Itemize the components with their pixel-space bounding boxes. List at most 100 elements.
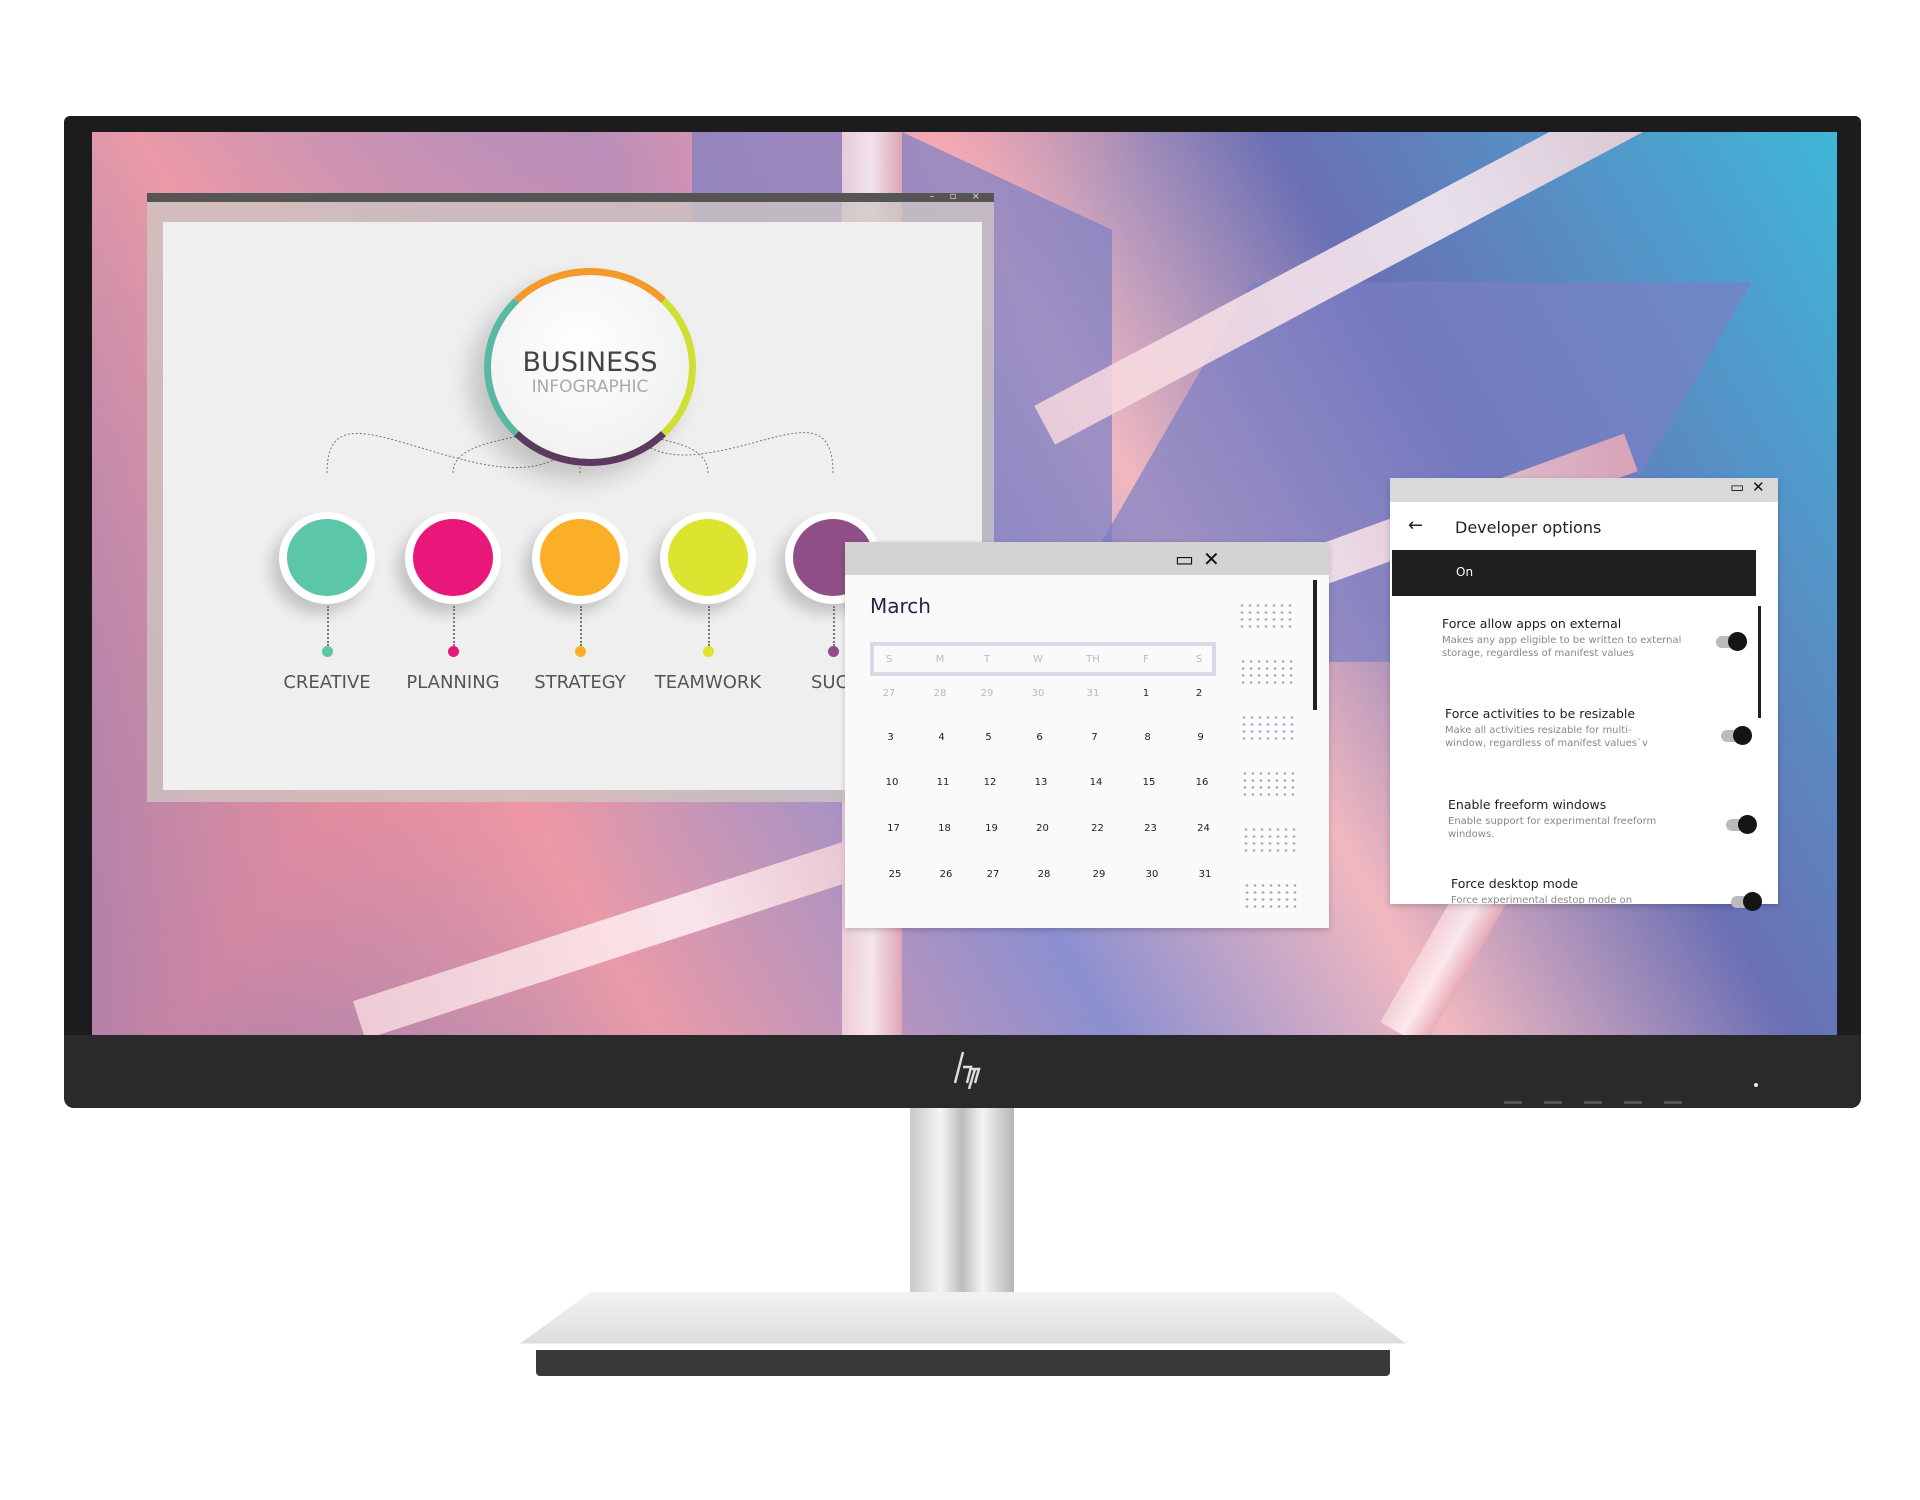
calendar-day[interactable]: 11 — [928, 777, 958, 788]
node-stem — [580, 606, 582, 646]
setting-item: Enable freeform windows Enable support fo… — [1448, 797, 1748, 841]
window-titlebar[interactable]: ▭ ✕ — [1390, 478, 1778, 502]
calendar-day[interactable]: 31 — [1078, 688, 1108, 699]
snap-window-icon[interactable]: ▭ — [1175, 547, 1194, 571]
calendar-day[interactable]: 30 — [1023, 688, 1053, 699]
node-stem — [833, 606, 835, 646]
calendar-day[interactable]: 28 — [925, 688, 955, 699]
calendar-day[interactable]: 7 — [1080, 732, 1110, 743]
weekday-label: S — [885, 654, 893, 665]
developer-options-window[interactable]: ▭ ✕ ← Developer options On Force allow a… — [1390, 478, 1778, 911]
setting-title: Force allow apps on external — [1442, 616, 1622, 631]
node-dot — [575, 646, 586, 657]
scrollbar[interactable] — [1313, 580, 1317, 710]
calendar-day[interactable]: 14 — [1081, 777, 1111, 788]
decorative-dot-grid — [1238, 602, 1294, 632]
weekday-label: F — [1143, 654, 1149, 665]
calendar-day[interactable]: 5 — [974, 732, 1004, 743]
toggle-knob — [1738, 815, 1757, 834]
calendar-day[interactable]: 15 — [1134, 777, 1164, 788]
calendar-day[interactable]: 29 — [972, 688, 1002, 699]
decorative-dot-grid — [1239, 658, 1295, 688]
month-title: March — [870, 594, 931, 618]
hub-title: BUSINESS — [522, 347, 658, 378]
setting-description: Force experimental destop mode on — [1451, 895, 1633, 906]
decorative-dot-grid — [1242, 826, 1298, 856]
calendar-day[interactable]: 22 — [1083, 823, 1113, 834]
weekday-label: T — [983, 654, 991, 665]
node-label: TEAMWORK — [654, 672, 762, 693]
calendar-window[interactable]: ▭ ✕ March S M T W TH F S 27 28 29 30 31 1 2 3 4 5 6 7 8 9 10 1… — [845, 542, 1329, 928]
calendar-day[interactable]: 31 — [1190, 869, 1220, 880]
calendar-day[interactable]: 10 — [877, 777, 907, 788]
node-label: STRATEGY — [534, 672, 626, 693]
node-circle-1 — [405, 512, 501, 604]
weekday-label: TH — [1086, 654, 1100, 665]
node-label: CREATIVE — [283, 672, 371, 693]
toggle-knob — [1743, 892, 1762, 911]
node-fill — [540, 519, 620, 596]
hub-subtitle: INFOGRAPHIC — [531, 377, 649, 397]
calendar-day[interactable]: 4 — [927, 732, 957, 743]
setting-item: Force activities to be resizable Make all… — [1445, 706, 1745, 750]
snap-window-icon[interactable]: ▭ — [1730, 478, 1744, 496]
page-title: Developer options — [1455, 518, 1602, 537]
monitor-chin — [64, 1035, 1861, 1108]
close-icon[interactable]: ✕ — [1752, 478, 1765, 496]
calendar-day[interactable]: 20 — [1028, 823, 1058, 834]
node-fill — [413, 519, 493, 596]
weekday-label: W — [1033, 654, 1043, 665]
monitor-stand-neck — [910, 1108, 1014, 1308]
node-fill — [668, 519, 748, 596]
node-circle-0 — [279, 512, 375, 604]
setting-title: Force activities to be resizable — [1445, 706, 1636, 721]
calendar-day[interactable]: 12 — [975, 777, 1005, 788]
node-fill — [287, 519, 367, 596]
calendar-day[interactable]: 30 — [1137, 869, 1167, 880]
calendar-day[interactable]: 28 — [1029, 869, 1059, 880]
setting-item: Force desktop mode Force experimental des… — [1451, 876, 1751, 907]
scrollbar[interactable] — [1758, 606, 1761, 718]
node-dot — [703, 646, 714, 657]
calendar-day[interactable]: 13 — [1026, 777, 1056, 788]
back-arrow-icon[interactable]: ← — [1408, 515, 1423, 536]
setting-description: Makes any app eligible to be written to … — [1442, 635, 1682, 659]
node-circle-3 — [660, 512, 756, 604]
calendar-day[interactable]: 25 — [880, 869, 910, 880]
node-stem — [708, 606, 710, 646]
calendar-day[interactable]: 8 — [1133, 732, 1163, 743]
window-titlebar[interactable]: ▭ ✕ — [845, 542, 1329, 575]
calendar-day[interactable]: 19 — [977, 823, 1007, 834]
setting-toggle[interactable] — [1716, 632, 1747, 651]
setting-title: Enable freeform windows — [1448, 797, 1607, 812]
calendar-day[interactable]: 27 — [978, 869, 1008, 880]
setting-toggle[interactable] — [1731, 892, 1762, 911]
calendar-day[interactable]: 6 — [1025, 732, 1055, 743]
close-icon[interactable]: ✕ — [1203, 547, 1220, 571]
setting-toggle[interactable] — [1721, 726, 1752, 745]
node-stem — [327, 606, 329, 646]
calendar-day[interactable]: 3 — [876, 732, 906, 743]
calendar-day[interactable]: 9 — [1186, 732, 1216, 743]
calendar-day[interactable]: 17 — [879, 823, 909, 834]
setting-description: Make all activities resizable for multi-… — [1445, 725, 1648, 749]
hp-logo — [953, 1051, 981, 1089]
calendar-day[interactable]: 18 — [930, 823, 960, 834]
calendar-day[interactable]: 2 — [1184, 688, 1214, 699]
calendar-day[interactable]: 16 — [1187, 777, 1217, 788]
weekday-label: S — [1195, 654, 1203, 665]
master-toggle-bar[interactable]: On — [1392, 550, 1756, 596]
calendar-day[interactable]: 26 — [931, 869, 961, 880]
node-stem — [453, 606, 455, 646]
control-buttons[interactable] — [1504, 1101, 1704, 1104]
calendar-day[interactable]: 29 — [1084, 869, 1114, 880]
calendar-day[interactable]: 23 — [1136, 823, 1166, 834]
setting-description: Enable support for experimental freeform… — [1448, 816, 1657, 840]
calendar-day[interactable]: 27 — [874, 688, 904, 699]
decorative-dot-grid — [1241, 770, 1297, 800]
toggle-knob — [1728, 632, 1747, 651]
node-dot — [828, 646, 839, 657]
calendar-day[interactable]: 24 — [1189, 823, 1219, 834]
calendar-day[interactable]: 1 — [1131, 688, 1161, 699]
setting-toggle[interactable] — [1726, 815, 1757, 834]
